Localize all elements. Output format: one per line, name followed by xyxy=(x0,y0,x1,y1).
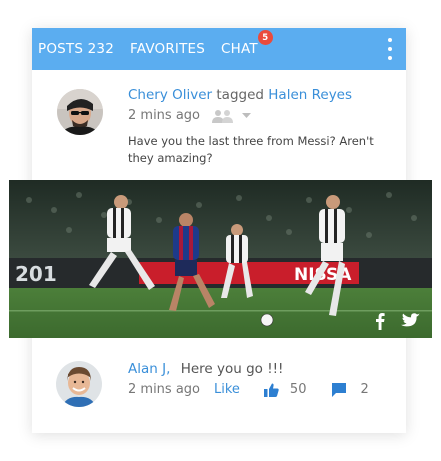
avatar[interactable] xyxy=(56,361,102,407)
reply-header: Alan J, Here you go !!! xyxy=(128,361,283,377)
twitter-icon[interactable] xyxy=(401,313,420,329)
author-link[interactable]: Chery Oliver xyxy=(128,87,212,103)
chevron-down-icon[interactable] xyxy=(242,112,251,119)
thumbs-up-icon[interactable] xyxy=(263,383,279,397)
like-count: 50 xyxy=(289,382,307,397)
reply-meta: 2 mins ago Like 50 2 xyxy=(128,382,369,397)
tab-chat[interactable]: CHAT 5 xyxy=(221,30,273,57)
tab-chat-label: CHAT xyxy=(221,41,258,57)
tagged-user-link[interactable]: Halen Reyes xyxy=(268,87,352,103)
reply-author-link[interactable]: Alan J, xyxy=(128,361,170,377)
tab-posts[interactable]: POSTS 232 xyxy=(38,41,114,57)
group-icon[interactable] xyxy=(210,109,236,123)
post-photo[interactable]: 201 NISSA xyxy=(9,180,432,338)
post-text: Have you the last three from Messi? Aren… xyxy=(128,134,374,165)
post-meta: 2 mins ago xyxy=(128,108,251,123)
share-buttons xyxy=(375,312,420,330)
more-options-icon[interactable] xyxy=(385,38,395,60)
post-header: Chery Oliver tagged Halen Reyes xyxy=(128,87,352,103)
tab-bar: POSTS 232 FAVORITES CHAT 5 xyxy=(32,28,406,70)
like-link[interactable]: Like xyxy=(214,382,240,397)
facebook-icon[interactable] xyxy=(375,312,385,330)
chat-badge: 5 xyxy=(257,30,273,45)
post-time: 2 mins ago xyxy=(128,108,200,123)
avatar[interactable] xyxy=(57,89,103,135)
tab-favorites[interactable]: FAVORITES xyxy=(130,41,205,57)
post-action: tagged xyxy=(216,87,264,103)
reply-time: 2 mins ago xyxy=(128,382,200,397)
comment-count: 2 xyxy=(360,382,369,397)
board-number: 201 xyxy=(15,262,57,286)
comment-icon[interactable] xyxy=(332,382,347,397)
reply-text: Here you go !!! xyxy=(180,361,284,377)
